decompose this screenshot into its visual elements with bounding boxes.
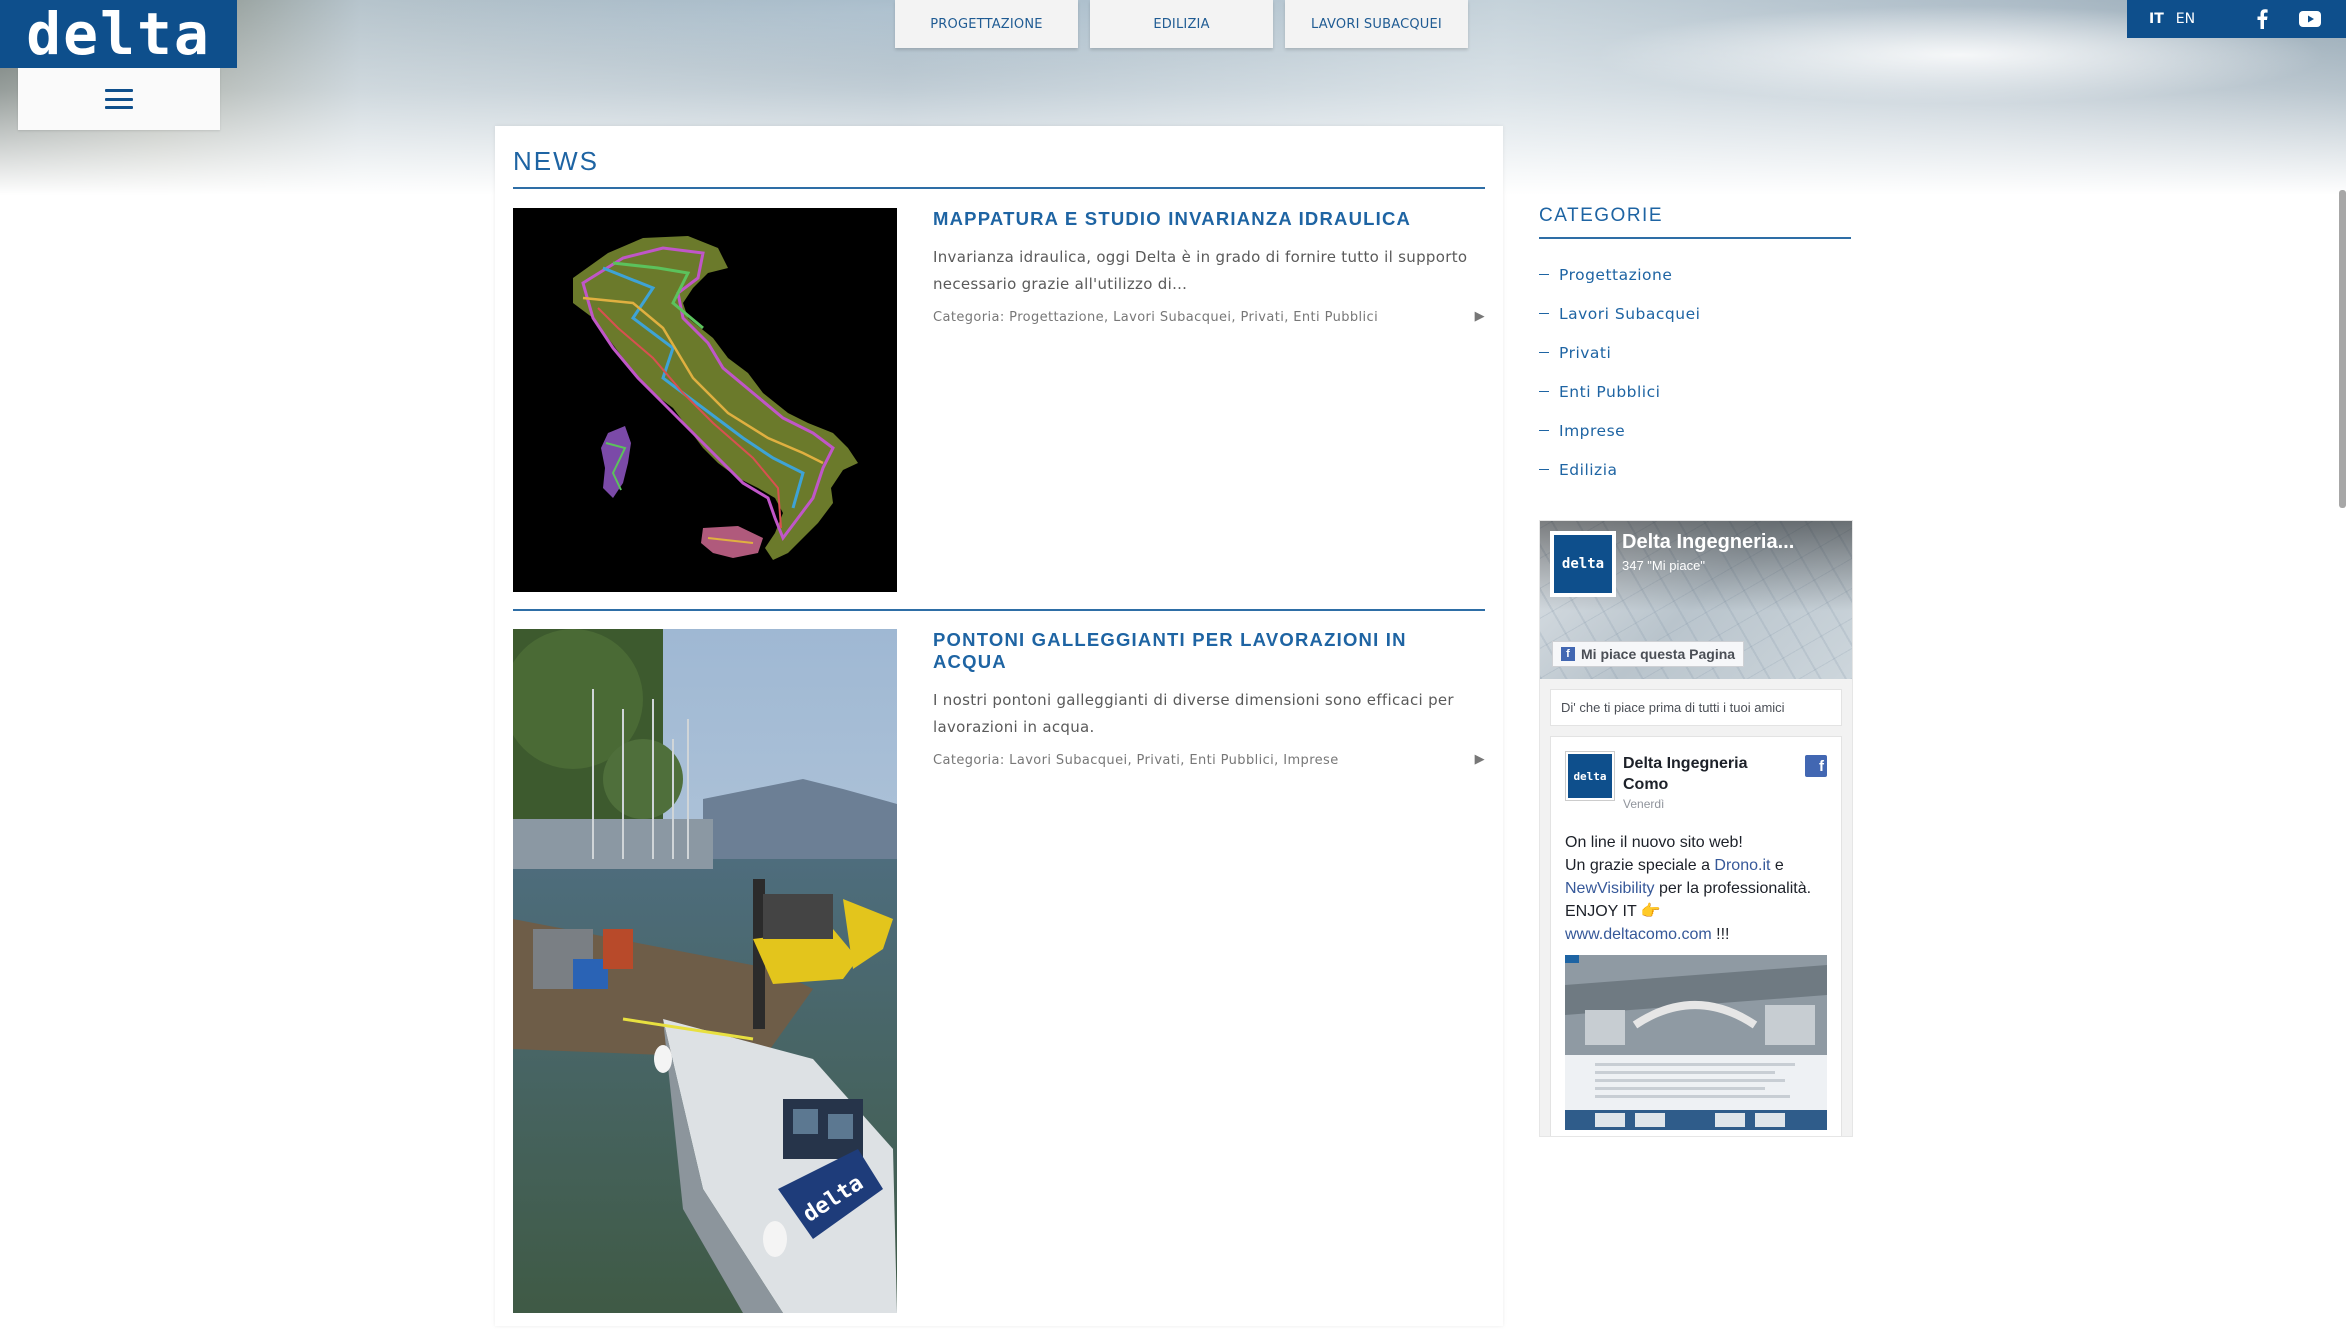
tab-progettazione[interactable]: PROGETTAZIONE xyxy=(895,0,1078,48)
category-item-imprese[interactable]: Imprese xyxy=(1539,411,1851,450)
menu-icon xyxy=(105,89,133,109)
facebook-page-widget: delta Delta Ingegneria... 347 "Mi piace"… xyxy=(1539,520,1853,1137)
post-date[interactable]: Venerdì xyxy=(1623,797,1664,811)
language-it-link[interactable]: IT xyxy=(2149,11,2164,27)
avatar-logo-text: delta xyxy=(1554,535,1612,593)
post-text: On line il nuovo sito web! Un grazie spe… xyxy=(1565,831,1835,946)
post-line: www.deltacomo.com !!! xyxy=(1565,923,1835,946)
read-more-arrow-icon[interactable]: ▶ xyxy=(1475,752,1485,767)
title-divider xyxy=(513,187,1485,189)
youtube-icon[interactable] xyxy=(2299,11,2321,27)
like-button-label: Mi piace questa Pagina xyxy=(1581,646,1736,662)
top-navigation: PROGETTAZIONE EDILIZIA LAVORI SUBACQUEI xyxy=(895,0,1468,48)
dash-icon xyxy=(1539,274,1549,275)
facebook-page-name[interactable]: Delta Ingegneria... xyxy=(1622,531,1794,554)
avatar-logo-text: delta xyxy=(1568,754,1612,798)
article-excerpt: I nostri pontoni galleggianti di diverse… xyxy=(933,691,1454,736)
category-item-privati[interactable]: Privati xyxy=(1539,333,1851,372)
category-item-enti-pubblici[interactable]: Enti Pubblici xyxy=(1539,372,1851,411)
post-text-fragment: !!! xyxy=(1711,926,1730,943)
article-body: MAPPATURA E STUDIO INVARIANZA IDRAULICA … xyxy=(933,208,1485,325)
facebook-friends-prompt: Di' che ti piace prima di tutti i tuoi a… xyxy=(1550,689,1842,726)
news-article: delta PONTONI GALLEGGIANTI PER LAVORAZIO… xyxy=(513,629,1485,1329)
post-image[interactable] xyxy=(1565,955,1827,1130)
article-title[interactable]: PONTONI GALLEGGIANTI PER LAVORAZIONI IN … xyxy=(933,629,1485,673)
sidebar: CATEGORIE Progettazione Lavori Subacquei… xyxy=(1539,205,1853,1137)
category-item-progettazione[interactable]: Progettazione xyxy=(1539,255,1851,294)
article-body: PONTONI GALLEGGIANTI PER LAVORAZIONI IN … xyxy=(933,629,1485,768)
category-label: Imprese xyxy=(1559,421,1626,440)
language-social-bar: IT EN xyxy=(2127,0,2346,38)
article-title[interactable]: MAPPATURA E STUDIO INVARIANZA IDRAULICA xyxy=(933,208,1485,230)
facebook-icon[interactable]: f xyxy=(1805,755,1827,777)
floating-pontoon-photo[interactable]: delta xyxy=(513,629,897,1313)
hamburger-menu-button[interactable] xyxy=(18,68,220,130)
sidebar-title-divider xyxy=(1539,237,1851,239)
category-label: Lavori Subacquei xyxy=(1559,304,1701,323)
article-categories-text: Categoria: Progettazione, Lavori Subacqu… xyxy=(933,310,1379,325)
post-line: On line il nuovo sito web! xyxy=(1565,834,1743,851)
language-en-link[interactable]: EN xyxy=(2176,11,2195,27)
post-text-fragment: e xyxy=(1770,857,1784,874)
page-scrollbar[interactable] xyxy=(2339,190,2346,508)
dash-icon xyxy=(1539,430,1549,431)
dash-icon xyxy=(1539,313,1549,314)
sidebar-title: CATEGORIE xyxy=(1539,205,1663,226)
news-card: NEWS MAPPATURA E STUDIO INVARIANZA IDRAU… xyxy=(495,126,1503,1326)
drono-link[interactable]: Drono.it xyxy=(1714,857,1770,874)
delta-logo[interactable]: delta xyxy=(0,0,237,68)
facebook-cover[interactable]: delta Delta Ingegneria... 347 "Mi piace"… xyxy=(1540,521,1852,679)
facebook-like-page-button[interactable]: f Mi piace questa Pagina xyxy=(1552,641,1745,667)
article-categories: Categoria: Lavori Subacquei, Privati, En… xyxy=(933,752,1485,768)
italy-river-map-image[interactable] xyxy=(513,208,897,592)
facebook-likes-count: 347 "Mi piace" xyxy=(1622,558,1705,573)
tab-edilizia[interactable]: EDILIZIA xyxy=(1090,0,1273,48)
category-item-edilizia[interactable]: Edilizia xyxy=(1539,450,1851,489)
category-label: Progettazione xyxy=(1559,265,1673,284)
dash-icon xyxy=(1539,391,1549,392)
post-text-fragment: Un grazie speciale a xyxy=(1565,857,1715,874)
tab-lavori-subacquei[interactable]: LAVORI SUBACQUEI xyxy=(1285,0,1468,48)
dash-icon xyxy=(1539,352,1549,353)
deltacomo-link[interactable]: www.deltacomo.com xyxy=(1565,926,1712,943)
category-list: Progettazione Lavori Subacquei Privati E… xyxy=(1539,255,1851,489)
newvisibility-link[interactable]: NewVisibility xyxy=(1565,880,1655,897)
article-categories-text: Categoria: Lavori Subacquei, Privati, En… xyxy=(933,753,1339,768)
post-line: NewVisibility per la professionalità. EN… xyxy=(1565,877,1835,923)
category-label: Privati xyxy=(1559,343,1612,362)
facebook-icon: f xyxy=(1561,647,1575,661)
page-title: NEWS xyxy=(513,146,599,176)
post-line: Un grazie speciale a Drono.it e xyxy=(1565,854,1835,877)
facebook-page-avatar[interactable]: delta xyxy=(1550,531,1616,597)
dash-icon xyxy=(1539,469,1549,470)
facebook-post: delta Delta Ingegneria Como Venerdì f On… xyxy=(1550,736,1842,1136)
article-excerpt: Invarianza idraulica, oggi Delta è in gr… xyxy=(933,248,1468,293)
category-label: Edilizia xyxy=(1559,460,1618,479)
post-author-avatar[interactable]: delta xyxy=(1565,751,1615,801)
article-divider xyxy=(513,609,1485,611)
article-categories: Categoria: Progettazione, Lavori Subacqu… xyxy=(933,309,1485,325)
category-label: Enti Pubblici xyxy=(1559,382,1661,401)
post-author-name[interactable]: Delta Ingegneria Como xyxy=(1623,753,1763,795)
category-item-lavori-subacquei[interactable]: Lavori Subacquei xyxy=(1539,294,1851,333)
read-more-arrow-icon[interactable]: ▶ xyxy=(1475,309,1485,324)
facebook-icon[interactable] xyxy=(2256,9,2268,29)
news-article: MAPPATURA E STUDIO INVARIANZA IDRAULICA … xyxy=(513,208,1485,592)
